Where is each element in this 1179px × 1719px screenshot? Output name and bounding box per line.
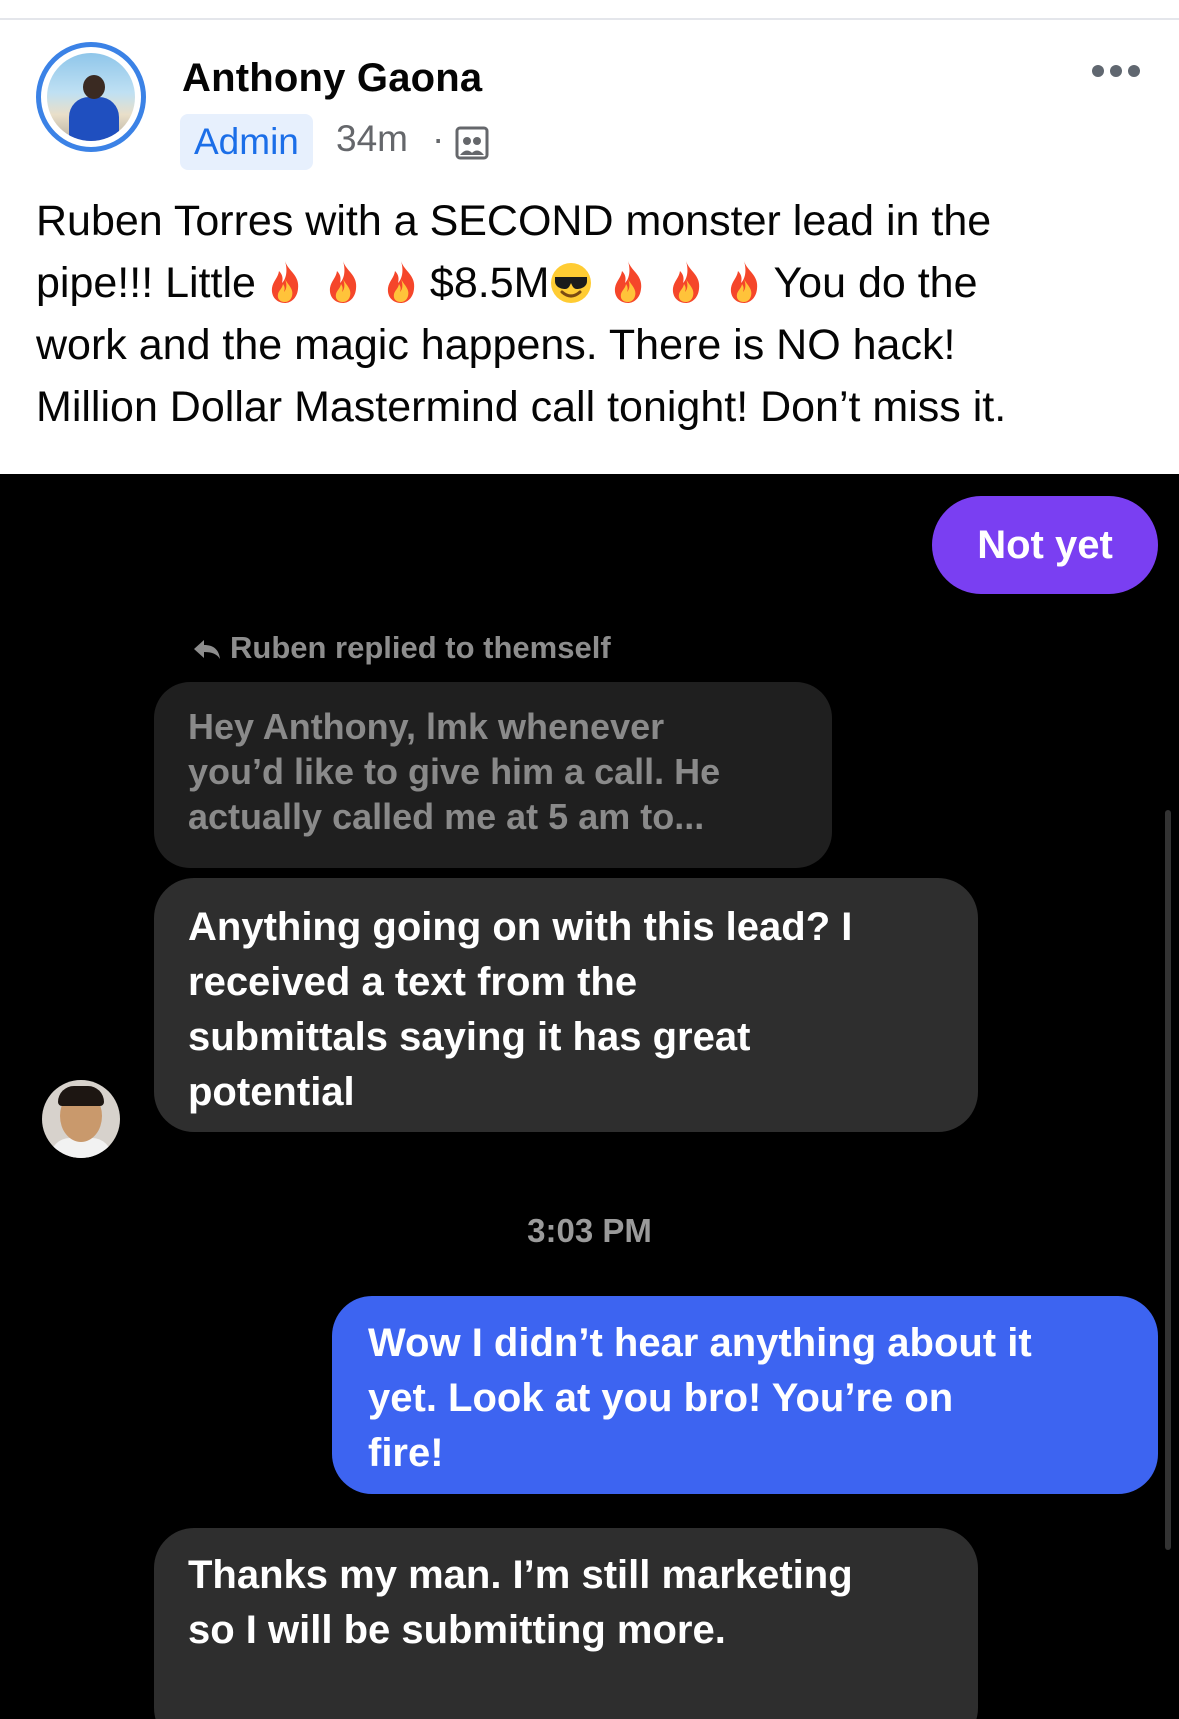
post-text-segment: pipe!!! Little [36, 259, 256, 307]
group-privacy-icon [455, 126, 489, 160]
author-avatar[interactable] [36, 42, 146, 152]
post-text-line: pipe!!! Little $8.5M You do the [36, 252, 1146, 314]
incoming-message-bubble: Thanks my man. I’m still marketing so I … [154, 1528, 978, 1719]
post-text-line: Ruben Torres with a SECOND monster lead … [36, 197, 992, 245]
ruben-avatar [42, 1080, 120, 1158]
quoted-line: Hey Anthony, lmk whenever [188, 706, 665, 747]
post-time[interactable]: 34m [336, 118, 408, 160]
reply-arrow-icon [194, 640, 220, 659]
scrollbar [1165, 810, 1171, 1550]
message-line: Anything going on with this lead? I [188, 905, 853, 949]
admin-badge: Admin [180, 114, 313, 170]
message-line: fire! [368, 1431, 444, 1475]
post-text-segment: You do the [773, 259, 978, 307]
chat-timestamp: 3:03 PM [527, 1212, 652, 1249]
chat-screenshot-image[interactable]: Not yet Ruben replied to themself Hey An… [0, 474, 1179, 1719]
message-line: received a text from the [188, 960, 638, 1004]
message-line: Thanks my man. I’m still marketing [188, 1553, 853, 1597]
outgoing-message-bubble: Wow I didn’t hear anything about it yet.… [332, 1296, 1158, 1494]
avatar-photo [47, 53, 135, 141]
message-text: Not yet [977, 523, 1113, 567]
top-divider [0, 18, 1179, 20]
message-line: submittals saying it has great [188, 1015, 751, 1059]
post-text-line: work and the magic happens. There is NO … [36, 321, 956, 369]
fire-emoji-icon [271, 261, 299, 303]
fire-emoji-icon [673, 261, 700, 303]
author-name[interactable]: Anthony Gaona [182, 56, 482, 101]
fire-emoji-icon [329, 261, 357, 303]
fire-emoji-icon [387, 261, 415, 303]
reply-label-text: Ruben replied to themself [230, 630, 611, 665]
post-text-line: Million Dollar Mastermind call tonight! … [36, 383, 1007, 431]
message-line: potential [188, 1070, 355, 1114]
meta-separator: · [432, 118, 445, 159]
fire-emoji-icon [615, 261, 642, 303]
quoted-line: you’d like to give him a call. He [188, 751, 721, 792]
post-body: Ruben Torres with a SECOND monster lead … [36, 190, 1146, 438]
incoming-message-bubble: Anything going on with this lead? I rece… [154, 878, 978, 1132]
more-options-icon[interactable] [1092, 56, 1148, 86]
post-text-segment: $8.5M [429, 259, 550, 307]
quoted-line: actually called me at 5 am to... [188, 796, 705, 837]
reply-indicator: Ruben replied to themself [192, 630, 611, 666]
message-bubble-not-yet: Not yet [932, 496, 1158, 594]
message-line: yet. Look at you bro! You’re on [368, 1376, 954, 1420]
message-line: so I will be submitting more. [188, 1608, 726, 1652]
message-line: Wow I didn’t hear anything about it [368, 1321, 1032, 1365]
quoted-reply-bubble: Hey Anthony, lmk whenever you’d like to … [154, 682, 832, 868]
fire-emoji-icon [731, 261, 758, 303]
smiling-face-with-sunglasses-emoji-icon [551, 263, 592, 303]
